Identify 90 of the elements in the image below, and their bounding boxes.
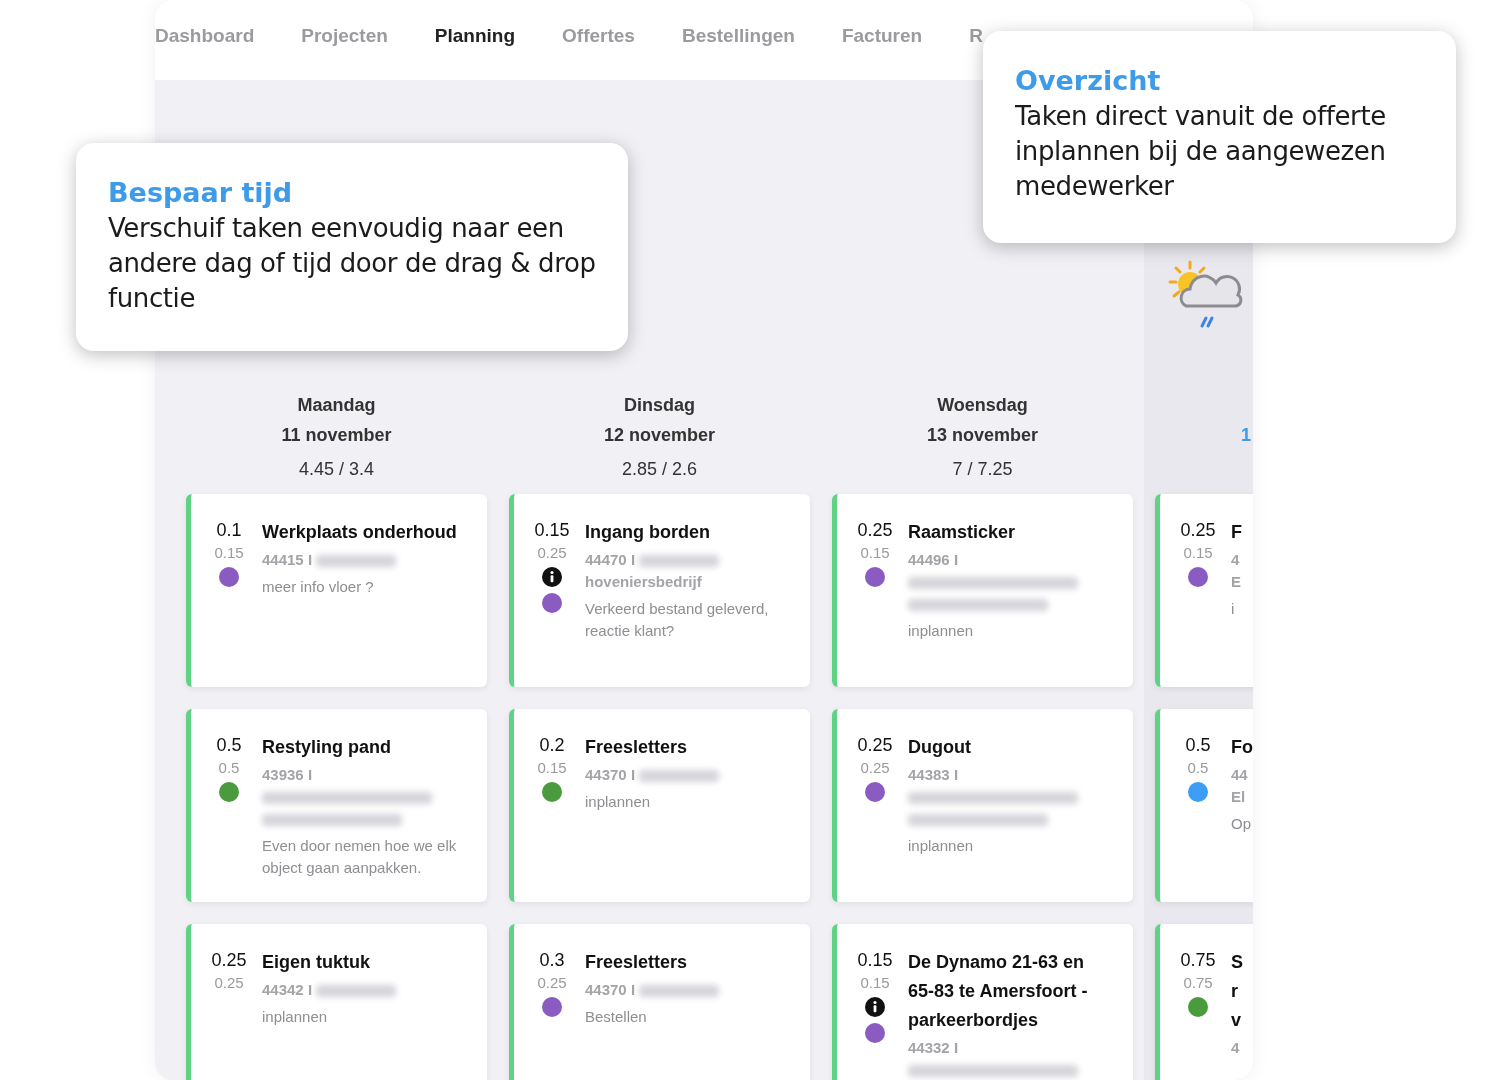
task-reference: 4 xyxy=(1231,551,1240,568)
task-title: Eigen tuktuk xyxy=(262,951,371,974)
task-hours: 0.3 xyxy=(539,949,565,972)
task-reference: 44383 I xyxy=(908,766,959,783)
task-reference: 44342 I xyxy=(262,981,313,998)
task-hours: 0.25 xyxy=(1180,519,1216,542)
client-name: hoveniersbedrijf xyxy=(585,572,703,592)
planned-hours: 0.25 xyxy=(537,543,567,563)
task-card[interactable]: 0.15 0.15 De Dynamo 21-63 en 65-83 te Amersfoort - parkeerbordjes 44332 I xyxy=(832,924,1133,1080)
callout-title: Bespaar tijd xyxy=(108,176,294,210)
day-name: Woensdag xyxy=(937,395,1028,415)
planned-hours: 0.75 xyxy=(1183,973,1213,993)
task-reference: 44496 I xyxy=(908,551,959,568)
task-title: S r v xyxy=(1231,951,1244,1032)
day-date: 1 xyxy=(1241,425,1251,445)
planned-hours: 0.25 xyxy=(537,973,567,993)
task-note: inplannen xyxy=(908,621,975,641)
task-title: Ingang borden xyxy=(585,521,711,544)
task-note: inplannen xyxy=(908,836,975,856)
planned-hours: 0.15 xyxy=(860,543,890,563)
task-hours: 0.25 xyxy=(857,519,893,542)
task-hours: 0.2 xyxy=(539,734,565,757)
task-title: Dugout xyxy=(908,736,972,759)
day-date: 11 november xyxy=(281,425,392,445)
callout-text: Verschuif taken eenvoudig naar een andere dag of tijd door de drag & drop functie xyxy=(108,212,597,315)
planned-hours: 0.15 xyxy=(1183,543,1213,563)
day-hours-total: 4.45 / 3.4 xyxy=(298,459,375,479)
client-name: El xyxy=(1231,787,1247,807)
task-card[interactable]: 0.25 0.15 F 4 E i xyxy=(1155,494,1253,687)
task-title: F xyxy=(1231,521,1243,544)
task-reference: 44370 I xyxy=(585,766,636,783)
task-card[interactable]: 0.25 0.25 Dugout 44383 I inplannen xyxy=(832,709,1133,902)
info-icon xyxy=(865,997,885,1017)
planned-hours: 0.5 xyxy=(1187,758,1209,778)
planned-hours: 0.15 xyxy=(860,973,890,993)
task-hours: 0.15 xyxy=(534,519,570,542)
task-title: Raamsticker xyxy=(908,521,1017,544)
task-hours: 0.5 xyxy=(1185,734,1211,757)
task-card[interactable]: 0.25 0.25 Eigen tuktuk 44342 I inplannen xyxy=(186,924,487,1080)
nav-tab[interactable]: Planning xyxy=(434,24,516,48)
task-hours: 0.75 xyxy=(1180,949,1216,972)
callout-title: Overzicht xyxy=(1015,64,1162,98)
task-note: i xyxy=(1231,599,1236,619)
task-title: Restyling pand xyxy=(262,736,392,759)
task-hours: 0.5 xyxy=(216,734,242,757)
task-hours: 0.25 xyxy=(211,949,247,972)
task-card[interactable]: 0.5 0.5 Fo 44 El Op xyxy=(1155,709,1253,902)
task-title: Freesletters xyxy=(585,951,689,974)
task-card[interactable]: 0.2 0.15 Freesletters 44370 I inplannen xyxy=(509,709,810,902)
task-title: De Dynamo 21-63 en 65-83 te Amersfoort - parkeerbordjes xyxy=(908,951,1089,1032)
task-title: Freesletters xyxy=(585,736,689,759)
task-note: Bestellen xyxy=(585,1007,648,1027)
task-reference: 44415 I xyxy=(262,551,313,568)
task-note: Verkeerd bestand geleverd, reactie klant? xyxy=(585,599,770,641)
task-card[interactable]: 0.75 0.75 S r v 4 xyxy=(1155,924,1253,1080)
task-card[interactable]: 0.15 0.25 Ingang borden 44470 I hoveniersbedrijf Verkeerd bestand geleverd, reactie klant? xyxy=(509,494,810,687)
task-reference: 44470 I xyxy=(585,551,636,568)
client-name: E xyxy=(1231,572,1242,592)
task-reference: 44370 I xyxy=(585,981,636,998)
task-hours: 0.1 xyxy=(216,519,242,542)
task-hours: 0.25 xyxy=(857,734,893,757)
day-hours-total: 2.85 / 2.6 xyxy=(621,459,698,479)
task-card[interactable]: 0.25 0.15 Raamsticker 44496 I inplannen xyxy=(832,494,1133,687)
planned-hours: 0.25 xyxy=(214,973,244,993)
task-note: inplannen xyxy=(585,792,652,812)
task-title: Fo xyxy=(1231,736,1253,759)
planned-hours: 0.5 xyxy=(218,758,240,778)
day-name: Dinsdag xyxy=(624,395,695,415)
day-name: Maandag xyxy=(297,395,376,415)
task-title: Werkplaats onderhoud xyxy=(262,521,458,544)
planned-hours: 0.15 xyxy=(214,543,244,563)
task-card[interactable]: 0.1 0.15 Werkplaats onderhoud 44415 I meer info vloer ? xyxy=(186,494,487,687)
task-hours: 0.15 xyxy=(857,949,893,972)
task-reference: 4 xyxy=(1231,1039,1240,1056)
day-hours-total: 7 / 7.25 xyxy=(952,459,1013,479)
callout-text: Taken direct vanuit de offerte inplannen bij de aangewezen medewerker xyxy=(1015,100,1387,203)
planned-hours: 0.25 xyxy=(860,758,890,778)
day-date: 12 november xyxy=(603,425,716,445)
task-note: meer info vloer ? xyxy=(262,577,375,597)
task-note: Op xyxy=(1231,814,1252,834)
task-reference: 44 xyxy=(1231,766,1248,783)
task-card[interactable]: 0.5 0.5 Restyling pand 43936 I Even door nemen hoe we elk object gaan aanpakken. xyxy=(186,709,487,902)
task-reference: 43936 I xyxy=(262,766,313,783)
info-icon xyxy=(542,567,562,587)
planned-hours: 0.15 xyxy=(537,758,567,778)
task-note: inplannen xyxy=(262,1007,329,1027)
day-date: 13 november xyxy=(926,425,1039,445)
task-note: Even door nemen hoe we elk object gaan aanpakken. xyxy=(262,836,458,878)
task-reference: 44332 I xyxy=(908,1039,959,1056)
task-card[interactable]: 0.3 0.25 Freesletters 44370 I Bestellen xyxy=(509,924,810,1080)
